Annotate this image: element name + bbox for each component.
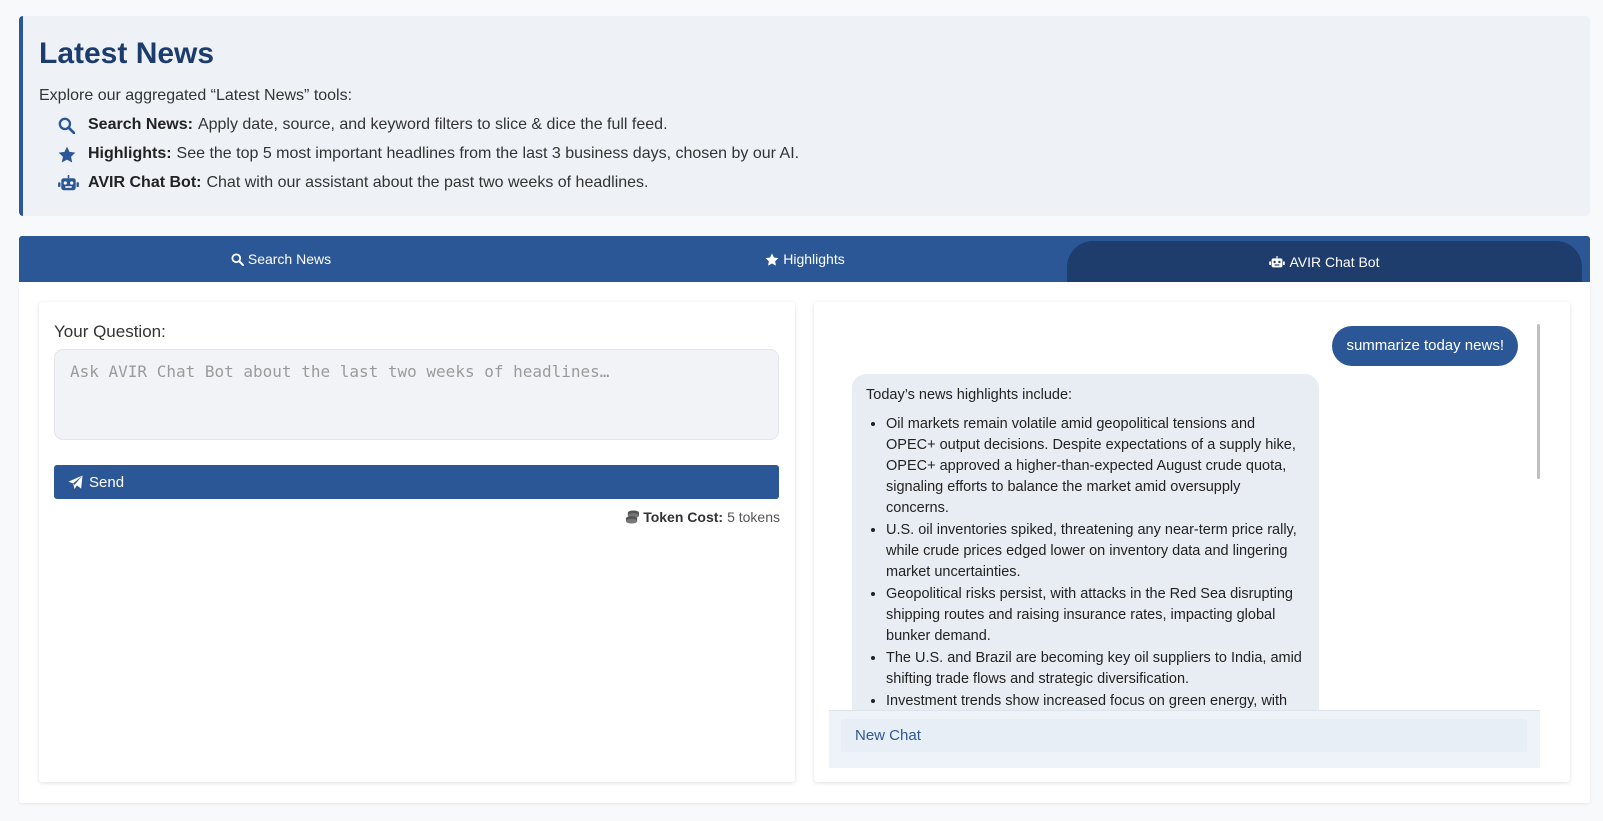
- bot-message: Today’s news highlights include: Oil mar…: [852, 374, 1319, 710]
- list-item: Oil markets remain volatile amid geopoli…: [886, 414, 1305, 519]
- chat-scrollbar[interactable]: [1537, 324, 1540, 479]
- chat-panel: summarize today news! Today’s news highl…: [814, 302, 1570, 782]
- new-chat-button[interactable]: New Chat: [841, 719, 1527, 752]
- question-label: Your Question:: [54, 322, 166, 341]
- user-message: summarize today news!: [1332, 326, 1518, 366]
- tab-avir-chat-bot[interactable]: AVIR Chat Bot: [1067, 241, 1582, 282]
- feature-list: Search News: Apply date, source, and key…: [39, 115, 1590, 202]
- token-cost-value: 5 tokens: [727, 509, 780, 525]
- send-label: Send: [89, 473, 125, 491]
- bot-points: Oil markets remain volatile amid geopoli…: [866, 414, 1305, 710]
- feature-label: Highlights:: [88, 145, 172, 162]
- feature-item-chatbot: AVIR Chat Bot: Chat with our assistant a…: [58, 173, 1590, 202]
- coins-icon: [625, 510, 640, 524]
- paper-plane-icon: [68, 474, 83, 490]
- page-title: Latest News: [39, 37, 215, 70]
- bot-intro: Today’s news highlights include:: [866, 387, 1073, 403]
- list-item: The U.S. and Brazil are becoming key oil…: [886, 648, 1305, 690]
- feature-text: See the top 5 most important headlines f…: [176, 145, 800, 162]
- question-input[interactable]: [54, 349, 779, 440]
- list-item: Investment trends show increased focus o…: [886, 691, 1305, 710]
- search-icon: [58, 115, 80, 135]
- feature-label: Search News:: [88, 116, 193, 133]
- search-icon: [231, 252, 244, 266]
- tab-bar: Search News Highlights AVIR Chat Bot: [19, 236, 1590, 282]
- feature-item-search: Search News: Apply date, source, and key…: [58, 115, 1590, 144]
- feature-item-highlights: Highlights: See the top 5 most important…: [58, 144, 1590, 173]
- intro-card: Latest News Explore our aggregated “Late…: [19, 16, 1590, 216]
- token-cost: Token Cost: 5 tokens: [625, 509, 780, 525]
- star-icon: [765, 252, 779, 266]
- token-cost-label: Token Cost:: [643, 509, 724, 525]
- intro-lead: Explore our aggregated “Latest News” too…: [39, 87, 353, 104]
- feature-text: Apply date, source, and keyword filters …: [197, 116, 668, 133]
- tab-label: Highlights: [783, 251, 845, 267]
- tab-highlights[interactable]: Highlights: [543, 236, 1067, 282]
- tab-label: AVIR Chat Bot: [1289, 253, 1380, 270]
- list-item: Geopolitical risks persist, with attacks…: [886, 584, 1305, 647]
- chat-footer: New Chat: [829, 710, 1540, 768]
- feature-label: AVIR Chat Bot:: [88, 174, 202, 191]
- feature-text: Chat with our assistant about the past t…: [206, 174, 649, 191]
- chat-history[interactable]: summarize today news! Today’s news highl…: [829, 318, 1540, 710]
- robot-icon: [1269, 255, 1286, 268]
- question-panel: Your Question: Send Token Cost: 5 tokens: [39, 302, 795, 782]
- star-icon: [58, 144, 80, 164]
- tab-label: Search News: [247, 251, 332, 267]
- list-item: U.S. oil inventories spiked, threatening…: [886, 520, 1305, 583]
- tab-content: Your Question: Send Token Cost: 5 tokens…: [19, 282, 1590, 803]
- robot-icon: [58, 173, 80, 193]
- tab-search-news[interactable]: Search News: [19, 236, 543, 282]
- send-button[interactable]: Send: [54, 465, 779, 499]
